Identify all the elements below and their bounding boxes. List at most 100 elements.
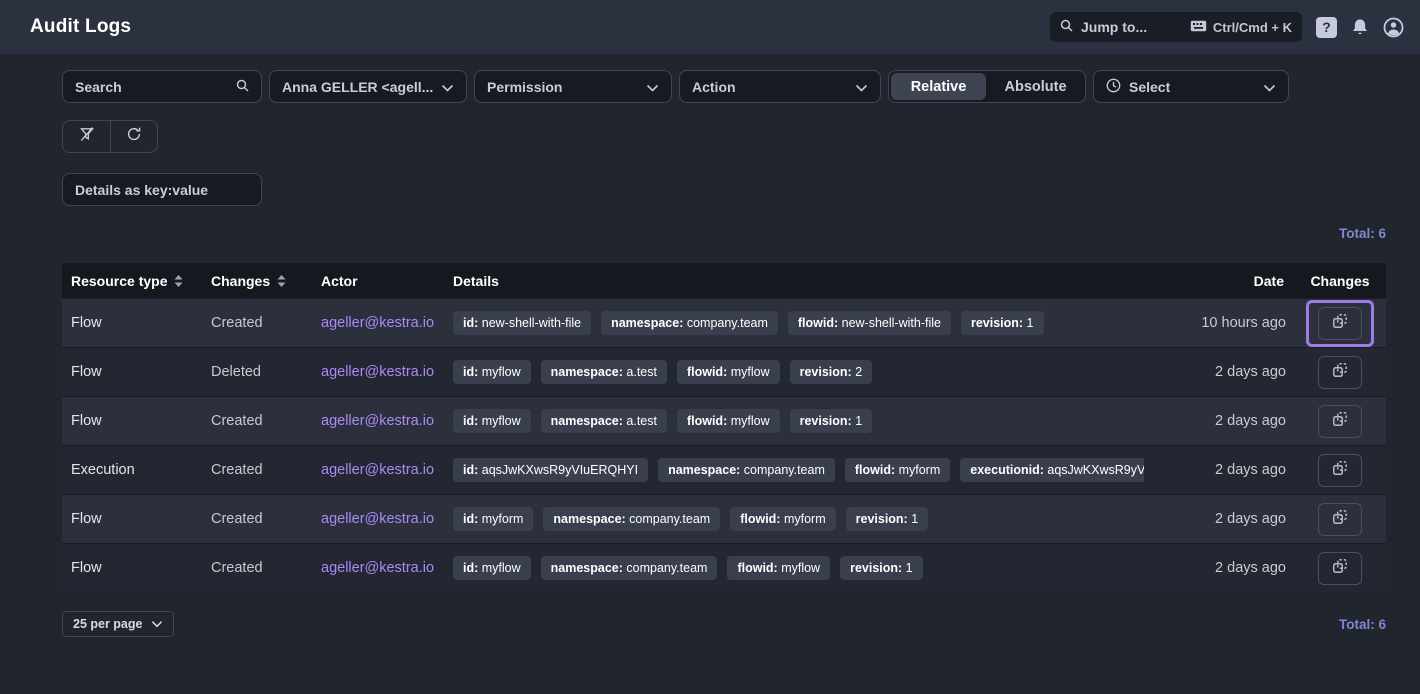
relative-toggle-button[interactable]: Relative xyxy=(891,73,986,100)
header-changes[interactable]: Changes xyxy=(202,273,312,289)
header-details: Details xyxy=(444,273,1144,289)
copy-diff-icon xyxy=(1332,460,1348,480)
cell-date: 2 days ago xyxy=(1144,462,1294,478)
shortcut-label: Ctrl/Cmd + K xyxy=(1213,20,1292,35)
search-input[interactable] xyxy=(75,79,236,95)
detail-badge: id: new-shell-with-file xyxy=(453,311,591,335)
cell-date: 2 days ago xyxy=(1144,560,1294,576)
changes-button-wrap xyxy=(1306,300,1374,347)
view-changes-button[interactable] xyxy=(1318,552,1362,585)
detail-badge: id: myflow xyxy=(453,360,531,384)
detail-badge: flowid: new-shell-with-file xyxy=(788,311,951,335)
time-mode-toggle: Relative Absolute xyxy=(888,70,1086,103)
view-changes-button[interactable] xyxy=(1318,356,1362,389)
cell-change: Created xyxy=(202,462,312,478)
cell-actor: ageller@kestra.io xyxy=(312,560,444,576)
changes-button-wrap xyxy=(1306,545,1374,592)
page-title: Audit Logs xyxy=(30,16,131,38)
chevron-down-icon xyxy=(855,79,868,95)
cell-date: 2 days ago xyxy=(1144,364,1294,380)
actor-link[interactable]: ageller@kestra.io xyxy=(321,511,434,527)
cell-resource-type: Flow xyxy=(62,315,202,331)
permission-filter-dropdown[interactable]: Permission xyxy=(474,70,672,103)
cell-changes-action xyxy=(1294,545,1386,592)
copy-diff-icon xyxy=(1332,313,1348,333)
refresh-button[interactable] xyxy=(110,121,157,152)
cell-change: Created xyxy=(202,560,312,576)
view-changes-button[interactable] xyxy=(1318,454,1362,487)
cell-actor: ageller@kestra.io xyxy=(312,511,444,527)
per-page-select[interactable]: 25 per page xyxy=(62,611,174,637)
copy-diff-icon xyxy=(1332,411,1348,431)
user-filter-dropdown[interactable]: Anna GELLER <agell... xyxy=(269,70,467,103)
total-count-top: Total: 6 xyxy=(62,226,1386,243)
cell-resource-type: Flow xyxy=(62,560,202,576)
sort-icon[interactable] xyxy=(277,275,286,287)
header-date: Date xyxy=(1144,273,1294,289)
search-icon xyxy=(236,79,249,95)
copy-diff-icon xyxy=(1332,362,1348,382)
view-changes-button[interactable] xyxy=(1318,405,1362,438)
cell-change: Created xyxy=(202,315,312,331)
detail-badge: flowid: myflow xyxy=(677,360,780,384)
detail-badge: id: myform xyxy=(453,507,533,531)
table-header-row: Resource type Changes Actor Details Date… xyxy=(62,263,1386,298)
topbar: Audit Logs Jump to... Ctrl/Cmd + K ? xyxy=(0,0,1420,54)
per-page-label: 25 per page xyxy=(73,617,142,631)
cell-date: 2 days ago xyxy=(1144,511,1294,527)
actor-link[interactable]: ageller@kestra.io xyxy=(321,560,434,576)
changes-button-wrap xyxy=(1306,398,1374,445)
view-changes-button[interactable] xyxy=(1318,307,1362,340)
header-resource-type[interactable]: Resource type xyxy=(62,273,202,289)
table-tools xyxy=(62,120,1386,153)
actor-link[interactable]: ageller@kestra.io xyxy=(321,315,434,331)
detail-badge: revision: 1 xyxy=(961,311,1044,335)
chevron-down-icon xyxy=(1263,79,1276,95)
detail-badge: namespace: a.test xyxy=(541,409,667,433)
details-filter-input[interactable] xyxy=(75,182,249,198)
filter-bar: Anna GELLER <agell... Permission Action … xyxy=(62,70,1386,103)
cell-changes-action xyxy=(1294,349,1386,396)
cell-date: 10 hours ago xyxy=(1144,315,1294,331)
view-changes-button[interactable] xyxy=(1318,503,1362,536)
user-account-icon[interactable] xyxy=(1383,17,1404,38)
actor-link[interactable]: ageller@kestra.io xyxy=(321,413,434,429)
action-filter-label: Action xyxy=(692,79,736,95)
detail-badge: flowid: myflow xyxy=(677,409,780,433)
cell-resource-type: Flow xyxy=(62,511,202,527)
search-icon xyxy=(1060,19,1073,35)
sort-icon[interactable] xyxy=(174,275,183,287)
actor-link[interactable]: ageller@kestra.io xyxy=(321,364,434,380)
notifications-bell-icon[interactable] xyxy=(1351,18,1369,37)
table-row: Flow Created ageller@kestra.io id: myflo… xyxy=(62,396,1386,445)
cell-actor: ageller@kestra.io xyxy=(312,413,444,429)
clear-filters-button[interactable] xyxy=(63,121,110,152)
time-range-select-dropdown[interactable]: Select xyxy=(1093,70,1289,103)
shortcut-hint: Ctrl/Cmd + K xyxy=(1190,20,1292,35)
time-range-select-label: Select xyxy=(1129,79,1170,95)
details-filter-field[interactable] xyxy=(62,173,262,206)
copy-diff-icon xyxy=(1332,558,1348,578)
detail-badge: revision: 1 xyxy=(846,507,929,531)
action-filter-dropdown[interactable]: Action xyxy=(679,70,881,103)
detail-badge: revision: 2 xyxy=(790,360,873,384)
cell-details: id: myflownamespace: a.testflowid: myflo… xyxy=(444,360,1144,384)
detail-badge: revision: 1 xyxy=(840,556,923,580)
cell-actor: ageller@kestra.io xyxy=(312,364,444,380)
detail-badge: namespace: company.team xyxy=(601,311,778,335)
cell-actor: ageller@kestra.io xyxy=(312,462,444,478)
detail-badge: namespace: company.team xyxy=(658,458,835,482)
help-icon[interactable]: ? xyxy=(1316,17,1337,38)
detail-badge: flowid: myform xyxy=(730,507,835,531)
refresh-icon xyxy=(126,126,142,147)
actor-link[interactable]: ageller@kestra.io xyxy=(321,462,434,478)
clock-icon xyxy=(1106,78,1121,96)
cell-change: Created xyxy=(202,511,312,527)
jump-to-search[interactable]: Jump to... Ctrl/Cmd + K xyxy=(1050,12,1302,42)
total-count-bottom: Total: 6 xyxy=(1339,617,1386,632)
cell-changes-action xyxy=(1294,300,1386,347)
absolute-toggle-button[interactable]: Absolute xyxy=(988,73,1083,100)
cell-details: id: new-shell-with-file namespace: compan… xyxy=(444,311,1144,335)
search-field[interactable] xyxy=(62,70,262,103)
cell-details: id: aqsJwKXwsR9yVIuERQHYInamespace: comp… xyxy=(444,458,1144,482)
